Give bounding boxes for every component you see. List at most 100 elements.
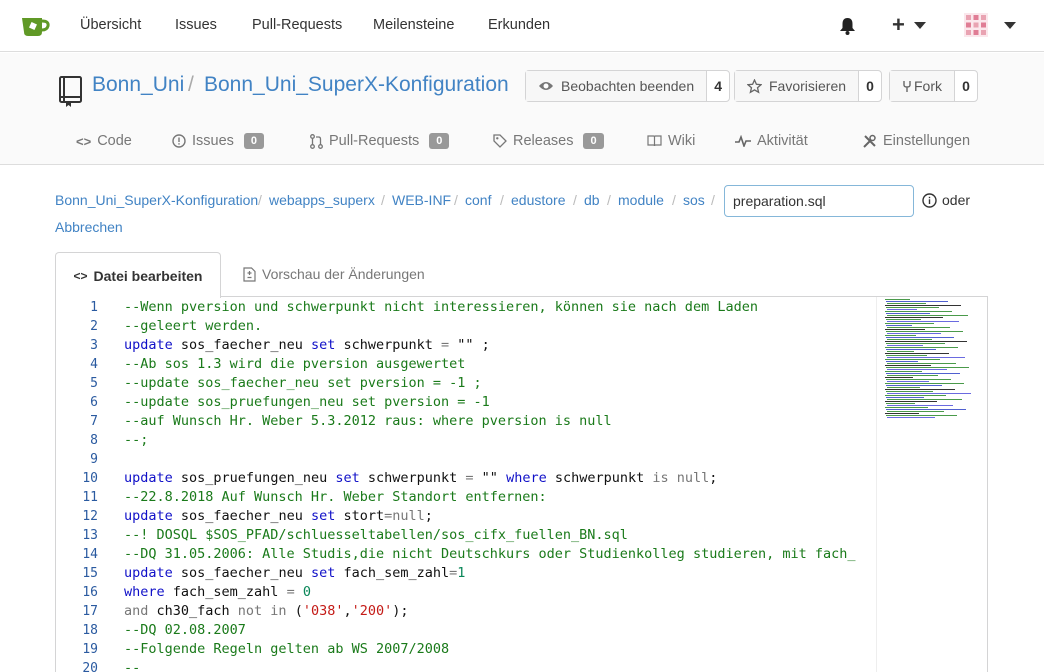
minimap-line [887, 369, 947, 370]
code-content[interactable]: --Wenn pversion und schwerpunkt nicht in… [124, 297, 876, 672]
minimap-line [886, 301, 948, 302]
code-editor[interactable]: 1 2 3 4 5 6 7 8 9 10 11 12 13 14 15 16 17 18 19 20 --Wenn p… [55, 296, 988, 672]
minimap-line [887, 345, 923, 346]
code-token: update [124, 470, 173, 486]
tab-edit-file[interactable]: <> Datei bearbeiten [55, 252, 221, 298]
code-line[interactable]: --22.8.2018 Auf Wunsch Hr. Weber Standor… [124, 488, 876, 507]
nav-issues[interactable]: Issues [175, 17, 217, 33]
star-label: Favorisieren [769, 78, 847, 94]
nav-milestones[interactable]: Meilensteine [373, 17, 454, 33]
breadcrumb-db[interactable]: db [584, 192, 600, 208]
issues-count-badge: 0 [243, 133, 265, 149]
fork-count[interactable]: 0 [955, 71, 977, 101]
breadcrumb-conf[interactable]: conf [465, 192, 491, 208]
create-dropdown-chevron-icon[interactable] [914, 22, 926, 29]
code-token: fach_sem_zahl [164, 584, 287, 600]
code-token: update [124, 565, 173, 581]
notifications-bell-icon[interactable] [839, 17, 856, 35]
code-line[interactable]: update sos_pruefungen_neu set schwerpunk… [124, 469, 876, 488]
user-avatar[interactable] [964, 13, 988, 37]
minimap-line [885, 335, 916, 336]
cancel-link[interactable]: Abbrechen [55, 219, 123, 235]
code-line[interactable]: and ch30_fach not in ('038','200'); [124, 602, 876, 621]
star-count[interactable]: 0 [859, 71, 881, 101]
breadcrumb-repo[interactable]: Bonn_Uni_SuperX-Konfiguration [55, 192, 258, 208]
minimap-line [887, 387, 920, 388]
nav-overview[interactable]: Übersicht [80, 17, 141, 33]
code-line[interactable]: -- [124, 659, 876, 672]
code-token: ch30_fach [148, 603, 238, 619]
code-line[interactable]: --Ab sos 1.3 wird die pversion ausgewert… [124, 355, 876, 374]
line-number: 13 [82, 528, 98, 543]
code-line[interactable]: --update sos_pruefungen_neu set pversion… [124, 393, 876, 412]
tab-preview-changes[interactable]: Vorschau der Änderungen [243, 266, 425, 282]
code-line[interactable]: --Folgende Regeln gelten ab WS 2007/2008 [124, 640, 876, 659]
gitea-logo-icon[interactable] [20, 12, 50, 38]
fork-button[interactable]: Fork [890, 71, 955, 101]
minimap-line [886, 343, 945, 344]
repo-name-link[interactable]: Bonn_Uni_SuperX-Konfiguration [204, 73, 509, 97]
code-token: sos_faecher_neu [172, 565, 311, 581]
minimap-line [887, 381, 929, 382]
line-number: 17 [82, 604, 98, 619]
minimap-line [885, 323, 934, 324]
star-button[interactable]: Favorisieren [735, 71, 860, 101]
minimap-line [887, 321, 959, 322]
breadcrumb-web-inf[interactable]: WEB-INF [392, 192, 451, 208]
code-token: = [441, 337, 450, 353]
breadcrumb-webapps-superx[interactable]: webapps_superx [269, 192, 375, 208]
code-line[interactable]: where fach_sem_zahl = 0 [124, 583, 876, 602]
code-token: '038' [302, 603, 344, 619]
editor-minimap[interactable] [876, 297, 974, 672]
code-line[interactable]: --DQ 31.05.2006: Alle Studis,die nicht D… [124, 545, 876, 564]
code-line[interactable]: --; [124, 431, 876, 450]
code-line[interactable]: --DQ 02.08.2007 [124, 621, 876, 640]
minimap-line [885, 389, 955, 390]
code-line[interactable]: --update sos_faecher_neu set pversion = … [124, 374, 876, 393]
minimap-line [886, 307, 939, 308]
code-line[interactable]: --geleert werden. [124, 317, 876, 336]
breadcrumb-separator: / [672, 192, 676, 208]
tab-pull-requests[interactable]: Pull-Requests 0 [310, 133, 450, 149]
breadcrumb-edustore[interactable]: edustore [511, 192, 565, 208]
minimap-line [885, 353, 949, 354]
nav-pull-requests[interactable]: Pull-Requests [252, 17, 342, 33]
minimap-line [886, 403, 915, 404]
breadcrumb-sos[interactable]: sos [683, 192, 705, 208]
create-new-icon[interactable]: + [892, 14, 905, 36]
code-line[interactable]: update sos_faecher_neu set stort=null; [124, 507, 876, 526]
watch-count[interactable]: 4 [707, 71, 729, 101]
code-token: =null [384, 508, 425, 524]
line-number: 20 [82, 661, 98, 672]
tab-releases[interactable]: Releases 0 [493, 133, 604, 149]
repo-owner-link[interactable]: Bonn_Uni [92, 73, 184, 97]
minimap-line [885, 383, 964, 384]
line-number: 7 [90, 414, 98, 429]
breadcrumb-module[interactable]: module [618, 192, 664, 208]
tab-activity[interactable]: Aktivität [735, 133, 808, 149]
tab-code[interactable]: <> Code [76, 133, 132, 149]
code-line[interactable] [124, 450, 876, 469]
code-line[interactable]: --! DOSQL $SOS_PFAD/schluesseltabellen/s… [124, 526, 876, 545]
code-token: schwerpunkt [359, 470, 466, 486]
line-number: 2 [90, 319, 98, 334]
tab-issues[interactable]: Issues 0 [172, 133, 265, 149]
code-token: set [310, 508, 336, 524]
tab-wiki[interactable]: Wiki [647, 133, 695, 149]
unwatch-button[interactable]: Beobachten beenden [526, 71, 708, 101]
code-line[interactable]: update sos_faecher_neu set schwerpunkt =… [124, 336, 876, 355]
user-menu-chevron-icon[interactable] [1004, 22, 1016, 29]
code-line[interactable]: update sos_faecher_neu set fach_sem_zahl… [124, 564, 876, 583]
tab-settings[interactable]: Einstellungen [862, 133, 970, 149]
code-token: not in [237, 603, 287, 619]
info-icon[interactable] [922, 193, 937, 208]
breadcrumb-separator: / [454, 192, 458, 208]
code-line[interactable]: --auf Wunsch Hr. Weber 5.3.2012 raus: wh… [124, 412, 876, 431]
minimap-line [885, 371, 922, 372]
minimap-line [887, 339, 932, 340]
filename-input[interactable] [724, 185, 914, 217]
nav-explore[interactable]: Erkunden [488, 17, 550, 33]
code-token: schwerpunkt [546, 470, 653, 486]
minimap-line [886, 355, 927, 356]
code-line[interactable]: --Wenn pversion und schwerpunkt nicht in… [124, 298, 876, 317]
